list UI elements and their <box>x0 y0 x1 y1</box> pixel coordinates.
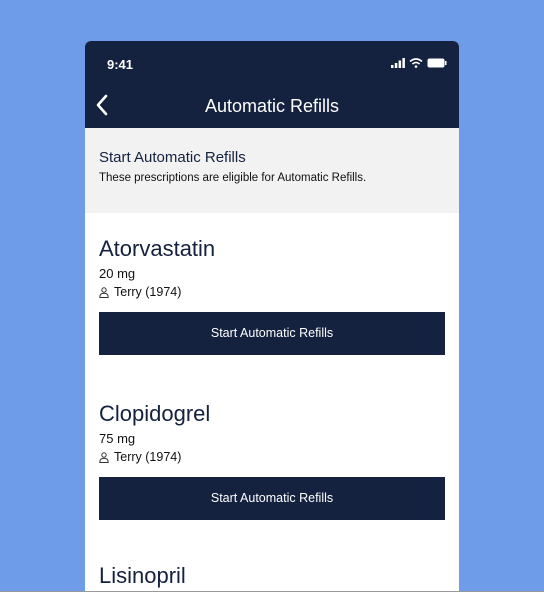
battery-icon <box>427 58 447 68</box>
drug-dose: 75 mg <box>99 431 136 446</box>
banner-title: Start Automatic Refills <box>99 149 246 166</box>
prescription-card: Lisinopril <box>85 563 459 589</box>
drug-name: Atorvastatin <box>99 236 216 261</box>
status-time: 9:41 <box>107 57 134 72</box>
nav-bar: Automatic Refills <box>85 84 459 128</box>
phone-screen: 9:41 Automatic Refills Start Automatic R… <box>85 41 459 592</box>
patient-info: Terry (1974) <box>99 285 445 299</box>
status-icons <box>391 58 447 68</box>
start-automatic-refills-button[interactable]: Start Automatic Refills <box>99 312 445 355</box>
start-automatic-refills-button[interactable]: Start Automatic Refills <box>99 477 445 520</box>
drug-name: Clopidogrel <box>99 401 211 426</box>
banner-subtitle: These prescriptions are eligible for Aut… <box>99 172 367 184</box>
prescription-card: Atorvastatin 20 mg Terry (1974) Start Au… <box>85 236 459 355</box>
patient-info: Terry (1974) <box>99 450 445 464</box>
patient-name: Terry (1974) <box>114 285 182 299</box>
wifi-icon <box>409 58 423 68</box>
drug-name: Lisinopril <box>99 563 186 588</box>
status-bar: 9:41 <box>85 41 459 84</box>
page-title: Automatic Refills <box>204 96 340 116</box>
person-icon <box>99 451 109 463</box>
info-banner: Start Automatic Refills These prescripti… <box>85 128 459 213</box>
prescription-card: Clopidogrel 75 mg Terry (1974) Start Aut… <box>85 401 459 520</box>
patient-name: Terry (1974) <box>114 450 182 464</box>
signal-icon <box>391 58 405 68</box>
drug-dose: 20 mg <box>99 266 136 281</box>
person-icon <box>99 286 109 298</box>
